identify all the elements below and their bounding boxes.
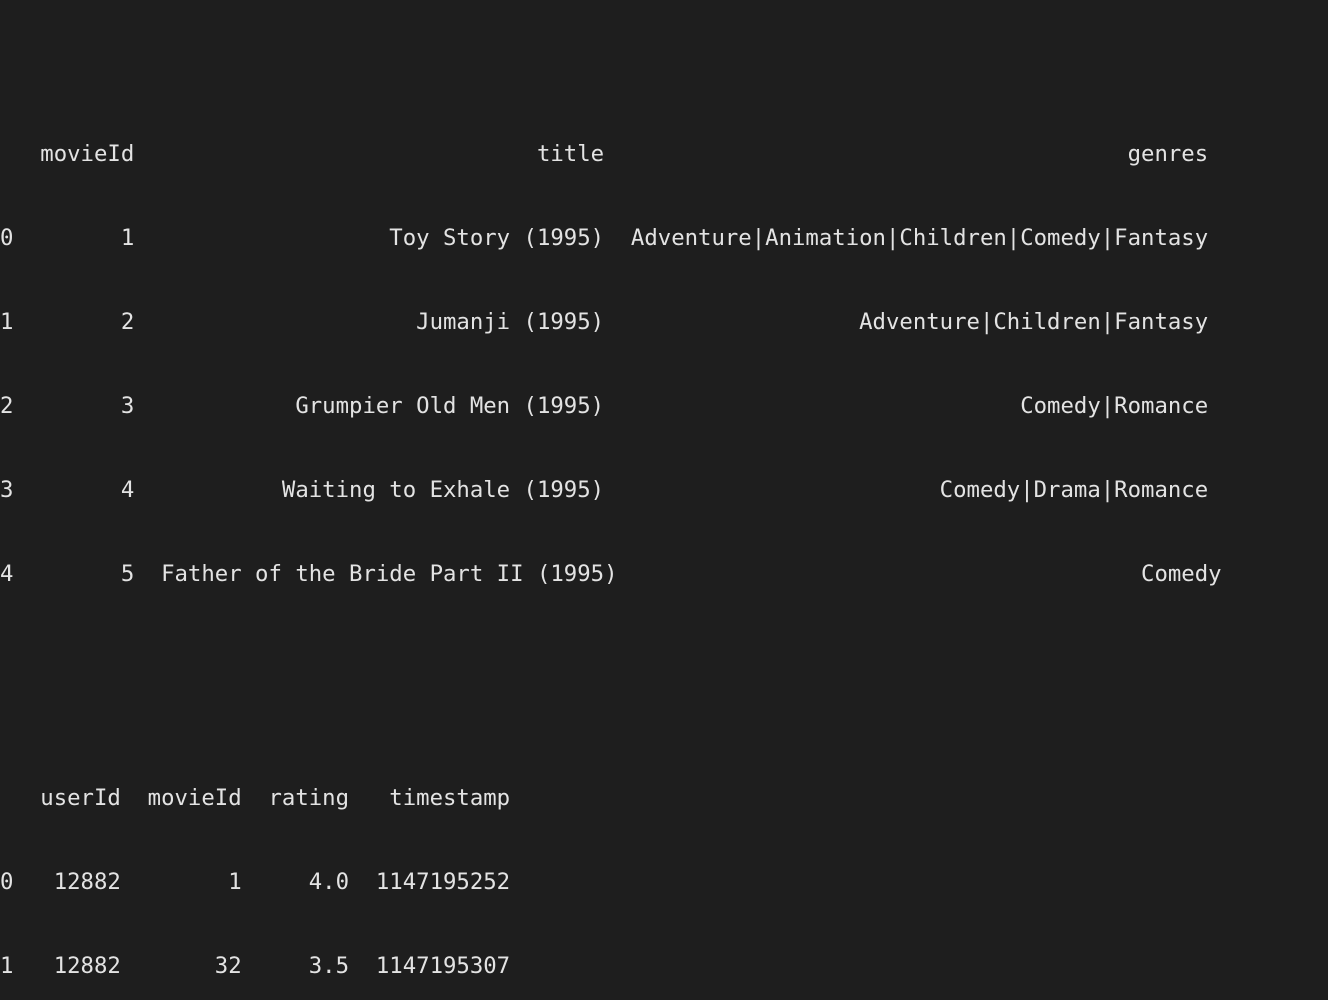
terminal-output-area: movieId title genres 0 1 Toy Story (1995… xyxy=(0,0,1328,979)
movies-table-row: 4 5 Father of the Bride Part II (1995) C… xyxy=(0,561,1222,587)
movies-table-row: 2 3 Grumpier Old Men (1995) Comedy|Roman… xyxy=(0,393,1209,419)
movies-table-row: 1 2 Jumanji (1995) Adventure|Children|Fa… xyxy=(0,309,1209,335)
ratings-table-row: 1 12882 32 3.5 1147195307 xyxy=(0,953,511,979)
ratings-header-row: userId movieId rating timestamp xyxy=(0,785,511,811)
movies-dataframe-output: movieId title genres 0 1 Toy Story (1995… xyxy=(0,84,1328,644)
movies-header-row: movieId title genres xyxy=(0,141,1209,167)
ratings-dataframe-output: userId movieId rating timestamp 0 12882 … xyxy=(0,728,1328,1000)
movies-table-row: 0 1 Toy Story (1995) Adventure|Animation… xyxy=(0,225,1209,251)
ratings-table-row: 0 12882 1 4.0 1147195252 xyxy=(0,869,511,895)
